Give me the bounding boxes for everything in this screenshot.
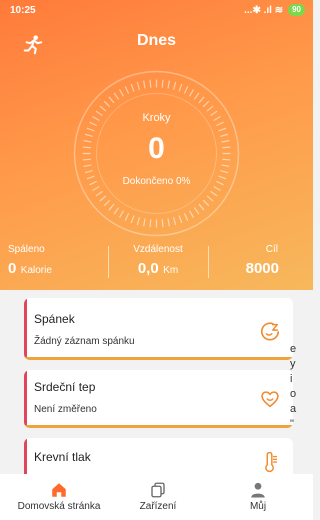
burned-number: 0 <box>8 260 17 277</box>
stat-goal: Cíl 8000 <box>208 242 305 282</box>
stat-distance: Vzdálenost 0,0 Km <box>108 242 208 282</box>
steps-completion: Dokončeno 0% <box>122 176 191 187</box>
side-text-line: o <box>290 388 297 400</box>
side-text-line: e <box>290 343 297 355</box>
steps-label: Kroky <box>142 112 171 124</box>
card-sleep[interactable]: Spánek Žádný záznam spánku <box>24 298 293 360</box>
status-icons: ...✱ .ıl ≋ 90 <box>244 4 305 16</box>
tab-device[interactable]: Zařízení <box>118 474 198 520</box>
tab-profile-label: Můj <box>249 501 267 512</box>
side-text-line: " <box>290 418 294 430</box>
card-subtitle: Žádný záznam spánku <box>34 336 135 347</box>
card-heart-rate[interactable]: Srdeční tep Není změřeno <box>24 370 293 428</box>
side-text-line: a <box>290 403 297 415</box>
page-title: Dnes <box>136 32 177 49</box>
card-title: Srdeční tep <box>34 380 96 394</box>
tab-profile[interactable]: Můj <box>218 474 298 520</box>
steps-readout: Kroky 0 Dokončeno 0% <box>65 62 248 245</box>
status-time: 10:25 <box>10 5 36 16</box>
card-accent-bar <box>24 298 27 360</box>
stat-distance-label: Vzdálenost <box>133 244 183 255</box>
signal-wifi-icons: ...✱ .ıl ≋ <box>244 4 284 16</box>
goal-number: 8000 <box>245 260 279 277</box>
battery-icon: 90 <box>288 4 305 16</box>
side-text-line: y <box>290 358 296 370</box>
stat-burned: Spáleno 0 Kalorie <box>8 242 103 282</box>
tab-home-label: Domovská stránka <box>17 501 101 512</box>
home-icon <box>52 483 66 497</box>
side-text-line: i <box>290 373 293 385</box>
card-accent-bar <box>24 370 27 428</box>
device-icon <box>151 482 165 498</box>
heart-icon <box>261 391 279 408</box>
profile-icon <box>251 482 265 498</box>
card-title: Spánek <box>34 312 75 326</box>
distance-number: 0,0 <box>137 260 159 277</box>
overlapping-side-text: e y i o a " <box>290 342 296 432</box>
bottom-tab-bar: Domovská stránka Zařízení Můj <box>0 474 313 520</box>
card-bottom-bar <box>24 425 293 428</box>
distance-unit: Km <box>163 265 179 276</box>
stat-goal-value: 8000 <box>246 260 279 278</box>
sleep-icon <box>260 322 280 341</box>
tab-home[interactable]: Domovská stránka <box>0 474 118 520</box>
today-hero: 10:25 ...✱ .ıl ≋ 90 Dnes Kroky 0 Dokonče… <box>0 0 313 290</box>
steps-value: 0 <box>148 132 165 165</box>
thermometer-icon <box>265 452 278 473</box>
status-bar: 10:25 ...✱ .ıl ≋ 90 <box>0 0 313 22</box>
card-subtitle: Není změřeno <box>34 404 97 415</box>
stat-goal-label: Cíl <box>265 244 278 255</box>
card-bottom-bar <box>24 357 293 360</box>
stat-burned-label: Spáleno <box>8 244 45 255</box>
burned-unit: Kalorie <box>20 265 52 276</box>
stat-distance-value: 0,0 Km <box>108 260 208 278</box>
tab-device-label: Zařízení <box>139 501 177 512</box>
stat-burned-value: 0 Kalorie <box>8 260 52 278</box>
stats-row: Spáleno 0 Kalorie Vzdálenost 0,0 Km Cíl … <box>0 242 313 282</box>
card-title: Krevní tlak <box>34 450 91 464</box>
